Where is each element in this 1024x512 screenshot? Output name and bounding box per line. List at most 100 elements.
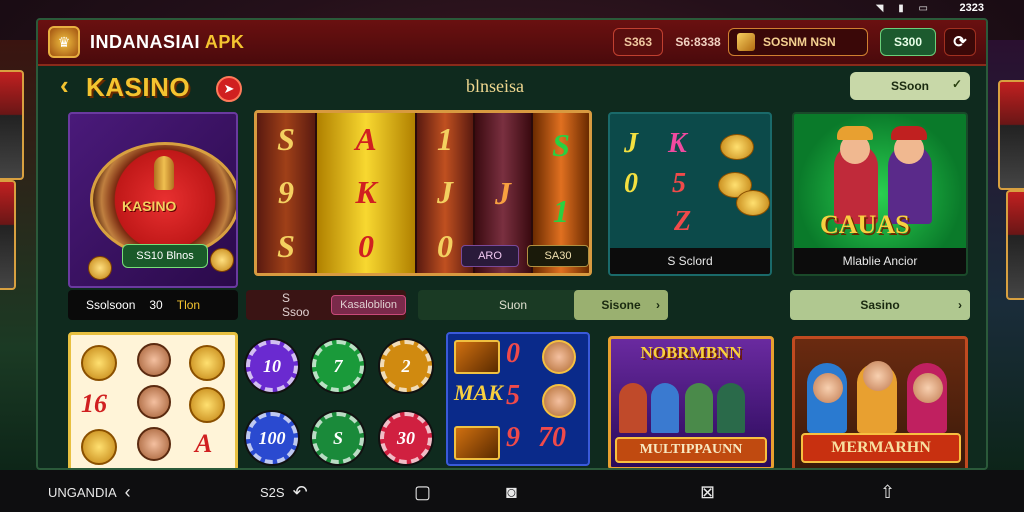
reel-symbol: 9 [278,174,294,211]
undo-icon: ↶ [292,482,308,502]
card-footer: MULTIPPAUNN [615,437,767,463]
card-digit: 70 [538,422,566,453]
character-head [137,427,171,461]
card-symbol: K [668,128,687,159]
search-icon[interactable]: ◙ [506,482,517,503]
balance-pill[interactable]: S363 [613,28,663,56]
poker-chip[interactable]: 10 [246,340,298,392]
game-card-teal[interactable]: J K 0 5 Z S Sclord [608,112,772,276]
deposit-button[interactable]: S300 [880,28,936,56]
coin-icon [210,248,234,272]
search-button[interactable]: SSoon ✓ [850,72,970,100]
poker-chip[interactable]: 30 [380,412,432,464]
coin-icon [81,345,117,381]
card-footer: MERMARHN [801,433,961,463]
slot-badge-left[interactable]: ARO [461,245,519,267]
coin-icon [189,387,225,423]
roulette-spindle [154,156,174,190]
bottom-nav: UNGANDIA ‹ S2S ↶ ▢ ◙ ⊠ ⇧ [0,470,1024,512]
background-right-machines [984,40,1024,480]
character-head [137,343,171,377]
slot-machine-right-2 [1006,190,1024,300]
poker-chip[interactable]: 7 [312,340,364,392]
card-digit: 0 [506,338,520,369]
character-head [813,373,843,403]
card-caption: Mlablie Ancior [794,248,966,274]
reel-symbol: J [437,174,453,211]
play-icon[interactable]: ➤ [216,76,242,102]
row-bar-text: 30 [149,298,163,312]
game-card-blue[interactable]: 0 MAK 5 9 70 [446,332,590,466]
character-hat [891,126,927,140]
wallet-icon [737,33,755,51]
game-card-roulette[interactable]: KASINO SS10 Blnos [68,112,238,288]
reel-symbol: K [355,174,377,211]
poker-chip[interactable]: 2 [380,340,432,392]
card-header: NOBRMBNN [640,343,742,362]
top-bar: ♛ INDANASIAI APK S363 S6:8338 SOSNM NSN … [38,20,986,66]
back-icon[interactable]: ‹ [125,482,131,503]
character-figure [685,383,713,433]
back-chevron-icon[interactable]: ‹ [60,70,69,101]
section-label: blnseisa [466,76,524,96]
symbol-tile [454,340,500,374]
bottom-nav-back[interactable]: S2S ↶ [260,482,308,503]
character-head [542,340,576,374]
slot-machine-right [998,80,1024,190]
chevron-right-icon: › [656,298,660,312]
row-bar-center: Suon Sisone › [418,290,668,320]
symbol-tile [454,426,500,460]
upload-icon[interactable]: ⇧ [880,482,895,503]
slot-badge-right[interactable]: SA30 [527,245,589,267]
card-banner: CAUAS [820,210,910,239]
row-bar-left[interactable]: Ssolsoon 30 Tlon [68,290,238,320]
card-text: MAK [454,380,503,405]
reel-2: A K 0 [317,113,415,273]
row-bar-button[interactable]: Sisone › [574,290,668,320]
reel-symbol: S [552,127,570,164]
row-bar-text: Ssolsoon [86,298,136,312]
bottom-nav-label: UNGANDIA ‹ [48,482,131,503]
character-hat [837,126,873,140]
card-caption: S Sclord [610,248,770,274]
reel-symbol: S [277,121,295,158]
card-digit: 9 [506,422,520,453]
wallet-label: SOSNM NSN [763,35,836,49]
game-card-coins[interactable]: 16 A [68,332,238,468]
row-bar-mid[interactable]: S Ssoo Kasaloblion [246,290,406,320]
character-head [137,385,171,419]
reel-symbol: S [277,227,295,264]
row-bar-right[interactable]: Sasino › [790,290,970,320]
brand: INDANASIAI APK [90,32,244,53]
reel-symbol: A [355,121,377,158]
coin-icon [720,134,754,160]
background-left-machines [0,40,40,480]
character-figure [619,383,647,433]
game-card-players[interactable]: CAUAS Mlablie Ancior [792,112,968,276]
status-icons: ◥ ▮ ▭ [875,3,934,14]
poker-chip[interactable]: 100 [246,412,298,464]
row-bar-button-label: Sisone [601,298,641,312]
card-symbol: Z [674,206,692,237]
roulette-chip-label[interactable]: SS10 Blnos [122,244,208,268]
recent-icon[interactable]: ▢ [414,482,431,503]
app-logo-icon[interactable]: ♛ [48,26,80,58]
reel-symbol: 1 [553,192,569,229]
reel-symbol: J [495,174,511,211]
wallet-icon[interactable]: ⊠ [700,482,715,503]
card-number: A [195,429,213,458]
character-figure [717,383,745,433]
poker-chip[interactable]: S [312,412,364,464]
status-time: 2323 [959,2,984,14]
coin-icon [88,256,112,280]
coin-icon [736,190,770,216]
game-card-family[interactable]: MERMARHN [792,336,968,468]
coin-icon [189,345,225,381]
slot-machine-left [0,70,24,180]
brand-name: INDANASIAI [90,32,201,52]
refresh-icon[interactable]: ⟳ [944,28,976,56]
game-card-multiplayer[interactable]: NOBRMBNN MULTIPPAUNN [608,336,774,468]
row-bar-tag[interactable]: Kasaloblion [331,295,406,315]
game-card-slots[interactable]: S 9 S A K 0 1 J 0 J S 1 ARO SA30 [254,110,592,276]
wallet-pill[interactable]: SOSNM NSN [728,28,868,56]
